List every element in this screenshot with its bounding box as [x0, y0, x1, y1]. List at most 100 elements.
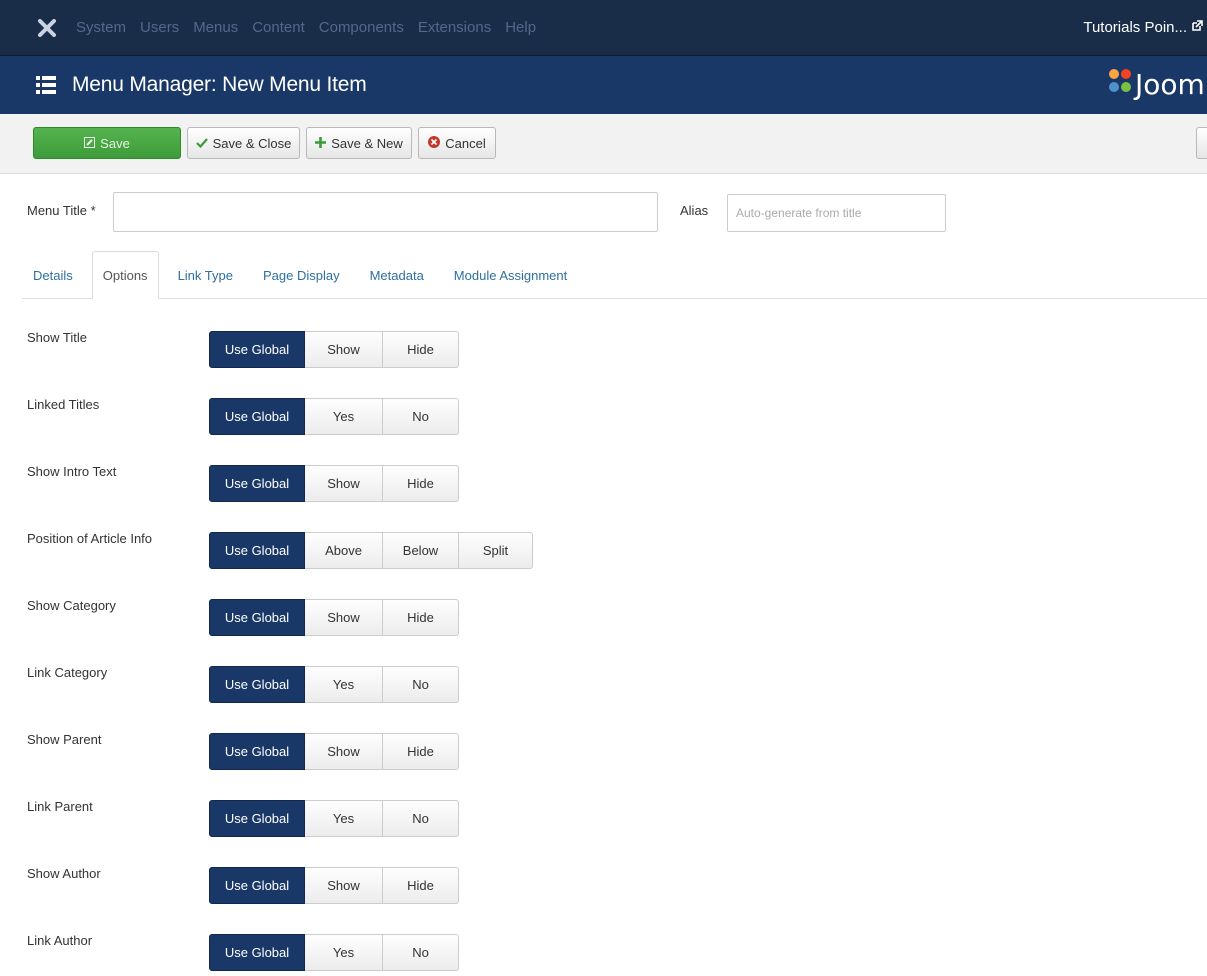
- option-row: Show Intro Text Use Global Show Hide: [0, 464, 1207, 504]
- option-choice-no[interactable]: No: [383, 398, 459, 435]
- option-choice-no[interactable]: No: [383, 800, 459, 837]
- tab-module-assignment[interactable]: Module Assignment: [443, 251, 578, 298]
- option-choice-use-global[interactable]: Use Global: [209, 465, 305, 502]
- menu-components[interactable]: Components: [319, 19, 404, 36]
- toolbar: Save Save & Close Save & New Cancel ?: [0, 114, 1207, 174]
- help-button[interactable]: ?: [1196, 127, 1207, 159]
- option-label: Show Category: [27, 598, 116, 613]
- option-choice-hide[interactable]: Hide: [383, 867, 459, 904]
- option-row: Position of Article Info Use Global Above B…: [0, 531, 1207, 571]
- menu-title-input[interactable]: [113, 192, 658, 232]
- option-label: Show Parent: [27, 732, 102, 747]
- option-choice-yes[interactable]: Yes: [305, 934, 383, 971]
- option-row: Link Parent Use Global Yes No: [0, 799, 1207, 839]
- option-button-group: Use Global Show Hide: [209, 867, 459, 904]
- save-close-label: Save & Close: [212, 135, 292, 151]
- site-link[interactable]: Tutorials Poin...: [1083, 19, 1203, 36]
- option-choice-hide[interactable]: Hide: [383, 331, 459, 368]
- joomla-brand: Joom: [1107, 66, 1207, 103]
- option-choice-use-global[interactable]: Use Global: [209, 398, 305, 435]
- option-choice-hide[interactable]: Hide: [383, 465, 459, 502]
- menu-content[interactable]: Content: [252, 19, 305, 36]
- tab-link-type[interactable]: Link Type: [167, 251, 244, 298]
- system-menu: System Users Menus Content Components Ex…: [76, 19, 536, 36]
- option-row: Show Parent Use Global Show Hide: [0, 732, 1207, 772]
- option-button-group: Use Global Show Hide: [209, 465, 459, 502]
- option-choice-below[interactable]: Below: [383, 532, 459, 569]
- cancel-button[interactable]: Cancel: [418, 127, 496, 159]
- option-button-group: Use Global Yes No: [209, 666, 459, 703]
- option-row: Show Category Use Global Show Hide: [0, 598, 1207, 638]
- menu-system[interactable]: System: [76, 19, 126, 36]
- alias-label: Alias: [680, 203, 709, 218]
- system-navbar: System Users Menus Content Components Ex…: [0, 0, 1207, 56]
- menu-extensions[interactable]: Extensions: [418, 19, 491, 36]
- list-icon: [36, 75, 56, 95]
- option-choice-show[interactable]: Show: [305, 331, 383, 368]
- option-row: Show Title Use Global Show Hide: [0, 330, 1207, 370]
- menu-title-label: Menu Title *: [27, 203, 96, 218]
- option-choice-yes[interactable]: Yes: [305, 398, 383, 435]
- checkmark-icon: [195, 136, 208, 151]
- tab-bar: Details Options Link Type Page Display M…: [22, 251, 1207, 299]
- option-row: Show Author Use Global Show Hide: [0, 866, 1207, 906]
- tab-metadata[interactable]: Metadata: [359, 251, 435, 298]
- edit-icon: [84, 136, 96, 151]
- option-choice-use-global[interactable]: Use Global: [209, 331, 305, 368]
- tab-options[interactable]: Options: [91, 251, 159, 299]
- option-label: Link Parent: [27, 799, 93, 814]
- option-choice-use-global[interactable]: Use Global: [209, 867, 305, 904]
- tab-page-display[interactable]: Page Display: [252, 251, 351, 298]
- menu-menus[interactable]: Menus: [193, 19, 238, 36]
- option-choice-no[interactable]: No: [383, 666, 459, 703]
- option-choice-show[interactable]: Show: [305, 599, 383, 636]
- cancel-circle-icon: [428, 135, 441, 151]
- option-row: Linked Titles Use Global Yes No: [0, 397, 1207, 437]
- option-choice-use-global[interactable]: Use Global: [209, 666, 305, 703]
- option-choice-above[interactable]: Above: [305, 532, 383, 569]
- option-button-group: Use Global Above Below Split: [209, 532, 533, 569]
- option-choice-yes[interactable]: Yes: [305, 800, 383, 837]
- option-row: Link Category Use Global Yes No: [0, 665, 1207, 705]
- option-choice-no[interactable]: No: [383, 934, 459, 971]
- cancel-label: Cancel: [445, 135, 486, 151]
- option-choice-use-global[interactable]: Use Global: [209, 733, 305, 770]
- tab-details[interactable]: Details: [22, 251, 84, 298]
- option-choice-use-global[interactable]: Use Global: [209, 599, 305, 636]
- external-link-icon: [1191, 19, 1203, 36]
- save-button[interactable]: Save: [33, 127, 181, 159]
- option-label: Show Author: [27, 866, 101, 881]
- option-button-group: Use Global Show Hide: [209, 599, 459, 636]
- option-choice-show[interactable]: Show: [305, 733, 383, 770]
- page-title: Menu Manager: New Menu Item: [72, 73, 367, 96]
- alias-input[interactable]: [727, 194, 946, 232]
- option-choice-use-global[interactable]: Use Global: [209, 800, 305, 837]
- option-choice-show[interactable]: Show: [305, 867, 383, 904]
- option-button-group: Use Global Show Hide: [209, 331, 459, 368]
- option-choice-use-global[interactable]: Use Global: [209, 934, 305, 971]
- plus-icon: [315, 136, 327, 151]
- save-label: Save: [100, 135, 130, 151]
- option-choice-yes[interactable]: Yes: [305, 666, 383, 703]
- option-label: Linked Titles: [27, 397, 100, 412]
- option-label: Show Title: [27, 330, 87, 345]
- option-button-group: Use Global Yes No: [209, 398, 459, 435]
- menu-users[interactable]: Users: [140, 19, 179, 36]
- save-new-label: Save & New: [331, 135, 403, 151]
- joomla-logo-icon[interactable]: [36, 17, 58, 39]
- page-header: Menu Manager: New Menu Item Joom: [0, 56, 1207, 114]
- option-button-group: Use Global Yes No: [209, 800, 459, 837]
- option-choice-show[interactable]: Show: [305, 465, 383, 502]
- brand-text: Joom: [1135, 68, 1205, 101]
- save-close-button[interactable]: Save & Close: [187, 127, 300, 159]
- option-choice-use-global[interactable]: Use Global: [209, 532, 305, 569]
- option-choice-hide[interactable]: Hide: [383, 599, 459, 636]
- option-label: Show Intro Text: [27, 464, 117, 479]
- option-choice-split[interactable]: Split: [459, 532, 533, 569]
- menu-help[interactable]: Help: [505, 19, 536, 36]
- site-name: Tutorials Poin...: [1083, 19, 1187, 36]
- save-new-button[interactable]: Save & New: [306, 127, 412, 159]
- option-label: Link Category: [27, 665, 108, 680]
- option-choice-hide[interactable]: Hide: [383, 733, 459, 770]
- option-label: Position of Article Info: [27, 531, 153, 546]
